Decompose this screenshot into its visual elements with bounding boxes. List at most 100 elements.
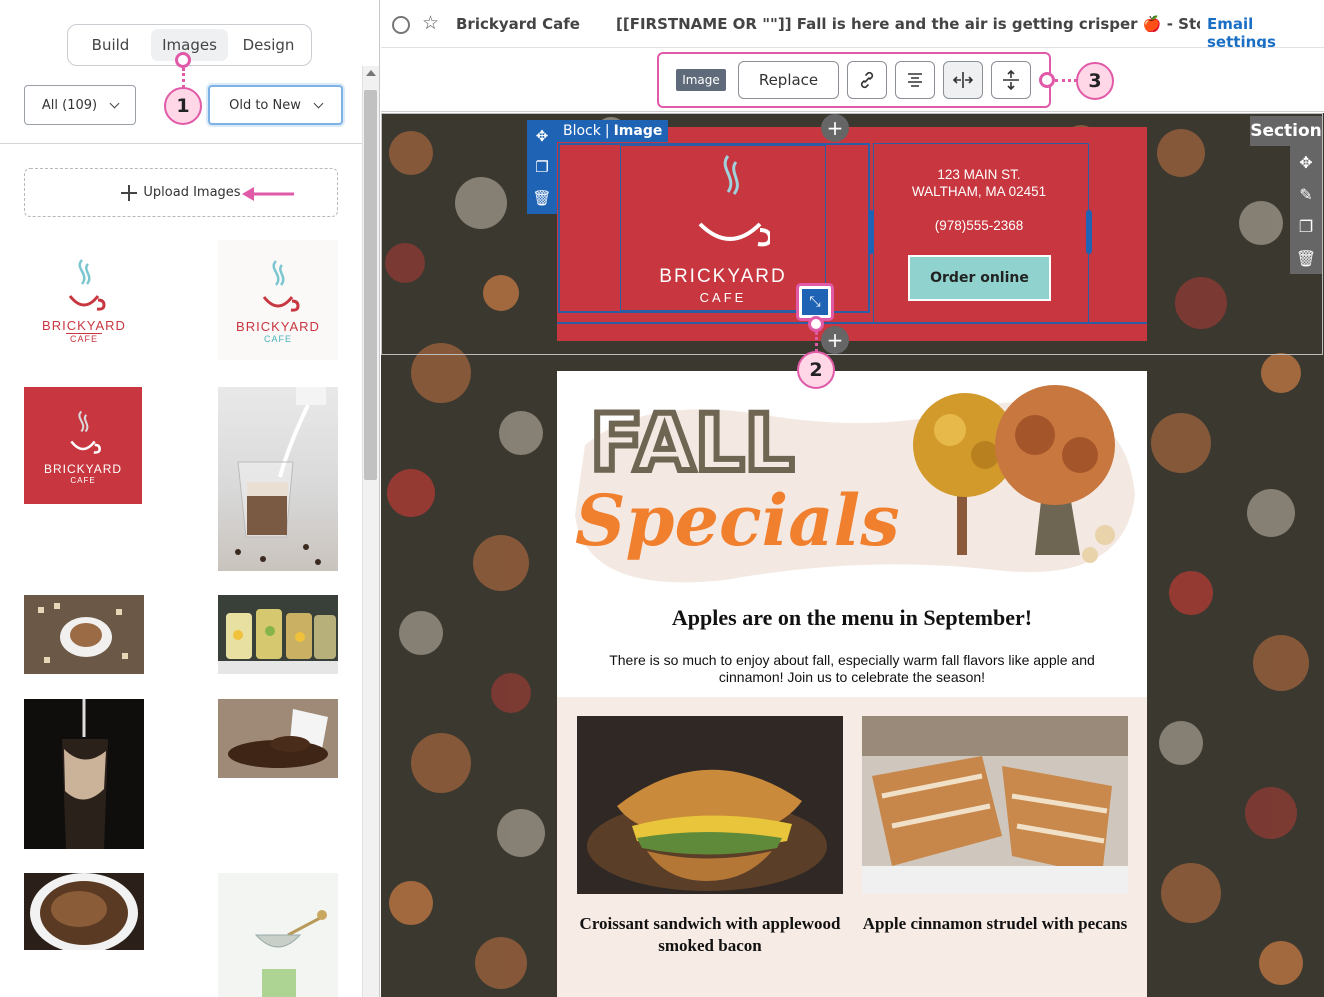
link-icon (860, 71, 874, 89)
image-thumbnail-logo-red[interactable]: BRICKYARD CAFE (24, 240, 144, 360)
full-width-icon (952, 72, 974, 88)
image-thumbnail-milk-pour[interactable] (218, 387, 338, 571)
email-settings-link[interactable]: Email settings (1207, 15, 1324, 51)
image-thumbnail-iced-coffee[interactable] (24, 699, 144, 849)
block-type-label: Image (613, 123, 663, 139)
column-resize-handle[interactable] (868, 210, 874, 254)
plus-icon (121, 184, 138, 201)
logo-name: BRICKYARD (43, 462, 123, 476)
apple-strudel-image[interactable] (862, 716, 1128, 894)
select-circle-icon[interactable] (392, 16, 410, 34)
callout-2: 2 (797, 351, 835, 389)
upload-arrow-icon (242, 187, 294, 201)
email-subject: [[FIRSTNAME OR ""]] Fall is here and the… (616, 15, 1200, 33)
product-caption-strudel: Apple cinnamon strudel with pecans (862, 914, 1128, 933)
photo-iced-coffee-icon (24, 699, 144, 849)
sender-name: Brickyard Cafe (456, 15, 580, 33)
callout-2-connector (815, 332, 818, 352)
padding-button[interactable] (991, 61, 1031, 99)
tab-design[interactable]: Design (230, 29, 307, 61)
trash-icon[interactable]: 🗑 (532, 189, 551, 207)
callout-1-connector (182, 68, 185, 88)
align-center-icon (908, 73, 922, 87)
replace-button[interactable]: Replace (738, 61, 839, 99)
header-logo-sub: CAFE (699, 290, 747, 305)
order-online-button[interactable]: Order online (908, 255, 1051, 301)
image-type-badge: Image (676, 69, 726, 91)
image-thumbnail-latte-letters[interactable] (24, 595, 144, 674)
callout-3-anchor (1039, 72, 1055, 88)
banner-fall-text: FALL (590, 399, 794, 489)
expand-icon: ⤡ (802, 289, 828, 315)
section-tools: ✥ ✎ ❐ 🗑 (1290, 146, 1322, 274)
chevron-down-icon (313, 98, 324, 108)
sort-dropdown-label: Old to New (229, 97, 301, 113)
star-icon[interactable]: ☆ (422, 12, 439, 34)
chevron-down-icon (109, 98, 120, 108)
add-above-button[interactable]: + (821, 114, 849, 142)
photo-beans-icon (218, 699, 338, 778)
image-thumbnail-logo-on-red[interactable]: BRICKYARD CAFE (24, 387, 142, 504)
photo-glass-icon (235, 387, 326, 565)
cup-logo-icon (68, 259, 106, 311)
callout-2-anchor (808, 316, 824, 332)
link-button[interactable] (847, 61, 887, 99)
scroll-up-arrow-icon[interactable] (366, 70, 376, 76)
phone-number: (978)555-2368 (934, 218, 1024, 233)
order-online-label: Order online (930, 270, 1029, 286)
replace-button-label: Replace (758, 71, 819, 89)
panel-divider (0, 143, 362, 144)
image-thumbnail-logo-teal[interactable]: BRICKYARD CAFE (218, 240, 338, 360)
logo-sub: CAFE (70, 476, 96, 485)
block-type-tag: Block | Image (555, 120, 669, 142)
image-thumbnail-coffee-beans-cup[interactable] (218, 699, 338, 778)
fall-specials-banner: FALL Specials (575, 385, 1135, 583)
photo-matcha-icon (218, 873, 338, 997)
logo-sub: CAFE (263, 333, 292, 344)
edit-pencil-icon[interactable]: ✎ (1299, 185, 1312, 204)
row-divider (557, 322, 1147, 324)
block-tools: ✥ ❐ 🗑 (527, 120, 557, 214)
panel-scrollbar-thumb[interactable] (364, 90, 377, 480)
header-logo-name: BRICKYARD (659, 266, 787, 287)
filter-dropdown-label: All (109) (41, 97, 98, 113)
trash-icon[interactable]: 🗑 (1296, 249, 1316, 268)
move-icon[interactable]: ✥ (536, 127, 549, 145)
callout-1-anchor (175, 52, 191, 68)
croissant-sandwich-image[interactable] (577, 716, 843, 894)
image-thumbnail-matcha-sieve[interactable] (218, 873, 338, 997)
duplicate-icon[interactable]: ❐ (535, 158, 548, 176)
content-body-text: There is so much to enjoy about fall, es… (609, 652, 1095, 685)
brickyard-cup-logo-icon (698, 155, 770, 247)
photo-jars-icon (218, 595, 338, 674)
banner-specials-text: Specials (575, 479, 900, 562)
cup-logo-icon (70, 410, 101, 454)
tag-separator: | (604, 123, 610, 139)
upload-images-label: Upload Images (143, 185, 241, 200)
address-line-2: WALTHAM, MA 02451 (911, 184, 1047, 199)
callout-3-connector (1055, 79, 1077, 82)
add-below-button[interactable]: + (821, 326, 849, 354)
logo-name: BRICKYARD (236, 318, 320, 334)
callout-3: 3 (1076, 62, 1114, 100)
content-headline: Apples are on the menu in September! (671, 605, 1033, 630)
cup-logo-icon (262, 259, 300, 312)
full-width-button[interactable] (943, 61, 983, 99)
section-label: Section (1250, 116, 1322, 146)
photo-strudel-icon (862, 716, 1128, 894)
tab-build[interactable]: Build (72, 29, 149, 61)
align-button[interactable] (895, 61, 935, 99)
block-label: Block (563, 123, 601, 139)
move-icon[interactable]: ✥ (1299, 153, 1312, 172)
duplicate-icon[interactable]: ❐ (1299, 217, 1313, 236)
logo-sub: CAFE (65, 333, 102, 344)
photo-latte-icon (24, 595, 144, 674)
image-thumbnail-lemonade-jars[interactable] (218, 595, 338, 674)
column-resize-handle[interactable] (1086, 210, 1092, 254)
image-thumbnail-espresso[interactable] (24, 873, 144, 950)
address-line-1: 123 MAIN ST. (937, 167, 1021, 182)
logo-name: BRICKYARD (42, 318, 126, 333)
sort-dropdown[interactable]: Old to New (208, 85, 343, 125)
filter-dropdown[interactable]: All (109) (24, 85, 136, 125)
padding-icon (1003, 69, 1019, 91)
